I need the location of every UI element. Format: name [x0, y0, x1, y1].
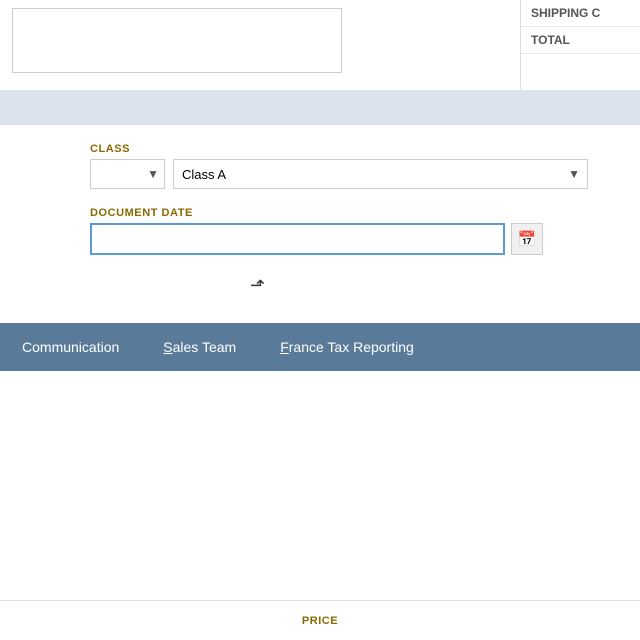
form-section: CLASS ▼ Class A Class B Class C ▼ DOCUME… [0, 125, 640, 323]
cursor-icon: ⬏ [250, 275, 265, 296]
main-textarea[interactable] [12, 8, 342, 73]
document-date-field-group: DOCUMENT DATE 📅 [90, 207, 640, 255]
calendar-icon: 📅 [518, 230, 537, 248]
nav-france-prefix: F [280, 339, 289, 355]
nav-communication-text: ommunication [32, 339, 119, 355]
textarea-area [0, 0, 520, 90]
small-select[interactable] [90, 159, 165, 189]
top-section: SHIPPING C TOTAL [0, 0, 640, 90]
nav-item-communication[interactable]: Communication [0, 323, 141, 371]
document-date-label: DOCUMENT DATE [90, 207, 640, 219]
total-row: TOTAL [521, 27, 640, 54]
separator-bar [0, 90, 640, 125]
class-select-row: ▼ Class A Class B Class C ▼ [90, 159, 640, 189]
content-below [0, 371, 640, 501]
calendar-button[interactable]: 📅 [511, 223, 543, 255]
class-field-group: CLASS ▼ Class A Class B Class C ▼ [90, 143, 640, 189]
cursor-area: ⬏ [90, 273, 640, 293]
total-label: TOTAL [531, 33, 570, 47]
date-field-row: 📅 [90, 223, 640, 255]
document-date-input[interactable] [90, 223, 505, 255]
nav-france-text: rance Tax Reporting [289, 339, 414, 355]
class-label: CLASS [90, 143, 640, 155]
class-select[interactable]: Class A Class B Class C [173, 159, 588, 189]
nav-bar: Communication Sales Team France Tax Repo… [0, 323, 640, 371]
shipping-row: SHIPPING C [521, 0, 640, 27]
nav-communication-prefix: C [22, 339, 32, 355]
small-select-wrapper[interactable]: ▼ [90, 159, 165, 189]
price-label: PRICE [302, 615, 338, 627]
right-panel: SHIPPING C TOTAL [520, 0, 640, 90]
nav-item-france-tax[interactable]: France Tax Reporting [258, 323, 436, 371]
class-select-wrapper[interactable]: Class A Class B Class C ▼ [173, 159, 588, 189]
nav-sales-text: Sales Team [163, 339, 236, 355]
bottom-bar: PRICE [0, 600, 640, 640]
nav-item-sales-team[interactable]: Sales Team [141, 323, 258, 371]
shipping-label: SHIPPING C [531, 6, 600, 20]
